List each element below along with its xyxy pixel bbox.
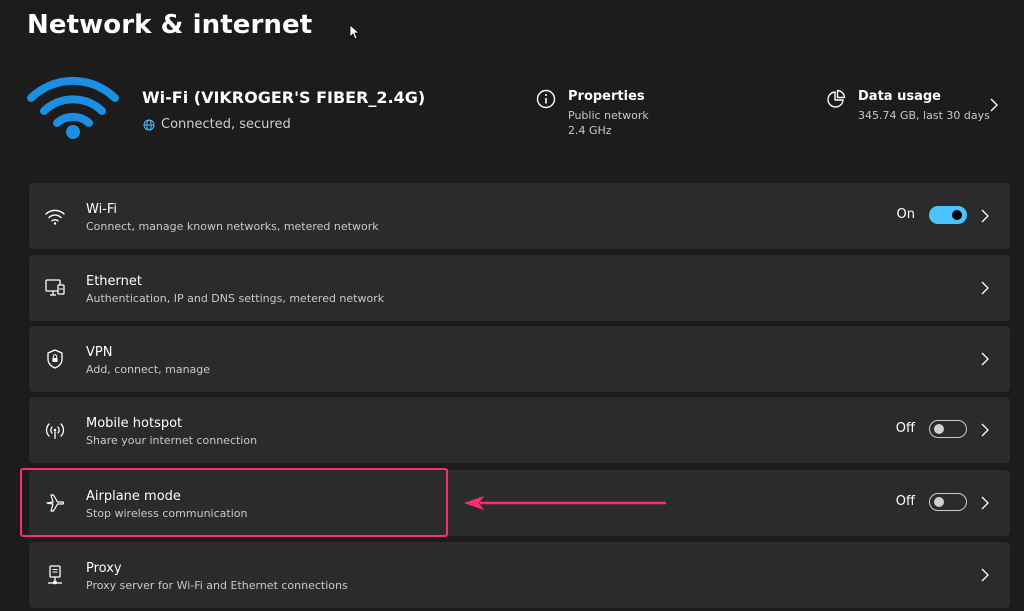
vpn-shield-icon (47, 349, 63, 369)
mouse-cursor-icon (349, 24, 359, 40)
row-title: Ethernet (86, 274, 142, 289)
chevron-right-icon (981, 423, 989, 437)
data-usage-title: Data usage (858, 89, 941, 104)
settings-row-vpn[interactable]: VPN Add, connect, manage (29, 326, 1010, 392)
row-title: Proxy (86, 561, 122, 576)
chevron-right-icon (981, 352, 989, 366)
row-title: Wi-Fi (86, 202, 118, 217)
globe-icon (143, 119, 155, 130)
connection-status: Connected, secured (143, 117, 291, 132)
pie-chart-icon (827, 89, 846, 108)
settings-row-proxy[interactable]: Proxy Proxy server for Wi-Fi and Etherne… (29, 542, 1010, 608)
chevron-right-icon (981, 281, 989, 295)
page-title: Network & internet (27, 10, 313, 40)
row-title: Mobile hotspot (86, 416, 183, 431)
toggle-knob (952, 210, 962, 220)
wifi-connected-icon (27, 76, 119, 139)
chevron-right-icon (981, 568, 989, 582)
data-usage-link[interactable]: Data usage 345.74 GB, last 30 days (826, 89, 990, 123)
toggle-knob (934, 497, 944, 507)
settings-row-ethernet[interactable]: Ethernet Authentication, IP and DNS sett… (29, 255, 1010, 321)
settings-row-mobile-hotspot[interactable]: Mobile hotspot Share your internet conne… (29, 397, 1010, 463)
annotation-arrow-icon (464, 496, 666, 510)
connection-status-text: Connected, secured (161, 117, 291, 132)
wifi-toggle[interactable] (929, 206, 967, 224)
settings-page: Network & internet Wi-Fi (VIKROGER'S FIB… (0, 0, 1024, 611)
chevron-right-icon (981, 209, 989, 223)
row-subtitle: Authentication, IP and DNS settings, met… (86, 292, 385, 305)
row-subtitle: Connect, manage known networks, metered … (86, 220, 379, 233)
toggle-knob (934, 424, 944, 434)
network-profile: Public network (568, 109, 649, 122)
ethernet-icon (45, 279, 65, 296)
settings-row-wifi[interactable]: Wi-Fi Connect, manage known networks, me… (29, 183, 1010, 249)
airplane-mode-toggle[interactable] (929, 493, 967, 511)
row-title: VPN (86, 345, 113, 360)
row-subtitle: Proxy server for Wi-Fi and Ethernet conn… (86, 579, 348, 592)
properties-title: Properties (568, 89, 645, 104)
row-subtitle: Share your internet connection (86, 434, 258, 447)
chevron-right-icon[interactable] (988, 98, 1000, 112)
network-name: Wi-Fi (VIKROGER'S FIBER_2.4G) (142, 88, 426, 107)
network-band: 2.4 GHz (568, 124, 612, 137)
properties-link[interactable]: Properties Public network 2.4 GHz (536, 89, 649, 138)
annotation-highlight-box (20, 468, 448, 537)
hotspot-toggle[interactable] (929, 420, 967, 438)
data-usage-value: 345.74 GB, last 30 days (858, 109, 990, 122)
wifi-icon (45, 209, 65, 225)
chevron-right-icon (981, 496, 989, 510)
wifi-toggle-label: On (896, 207, 915, 222)
proxy-icon (48, 565, 62, 585)
hotspot-icon (45, 423, 65, 439)
hotspot-toggle-label: Off (895, 421, 915, 436)
info-icon (536, 89, 556, 109)
row-subtitle: Add, connect, manage (86, 363, 211, 376)
airplane-toggle-label: Off (895, 494, 915, 509)
